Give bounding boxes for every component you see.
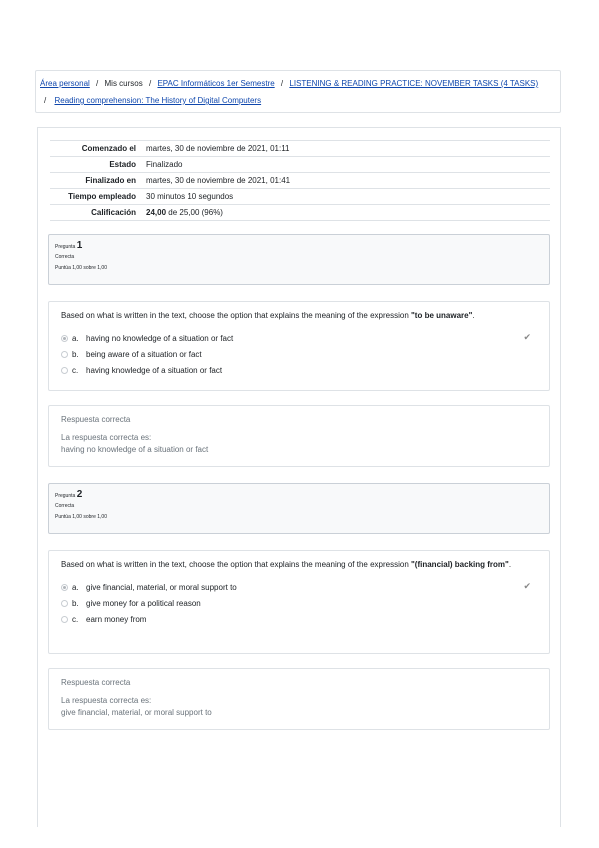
option-text: give financial, material, or moral suppo… bbox=[86, 582, 237, 592]
question-info-2: Pregunta 2 Correcta Puntúa 1,00 sobre 1,… bbox=[48, 483, 550, 534]
option-text: being aware of a situation or fact bbox=[86, 349, 202, 359]
feedback-label: La respuesta correcta es: bbox=[61, 696, 152, 705]
question-prefix: Pregunta bbox=[55, 493, 76, 499]
question-formulation-2: Based on what is written in the text, ch… bbox=[48, 550, 550, 654]
feedback-label: La respuesta correcta es: bbox=[61, 433, 152, 442]
check-icon: ✔ bbox=[523, 581, 531, 591]
feedback-title: Respuesta correcta bbox=[61, 678, 131, 687]
option-letter: c. bbox=[72, 365, 79, 375]
radio-button[interactable] bbox=[61, 599, 68, 607]
question-formulation-1: Based on what is written in the text, ch… bbox=[48, 301, 550, 391]
question-text-end: . bbox=[472, 311, 475, 320]
breadcrumb-course-link[interactable]: EPAC Informáticos 1er Semestre bbox=[157, 79, 274, 88]
summary-row-time: Tiempo empleado 30 minutos 10 segundos bbox=[50, 188, 550, 205]
summary-value: martes, 30 de noviembre de 2021, 01:11 bbox=[142, 140, 550, 157]
breadcrumb-section-link[interactable]: LISTENING & READING PRACTICE: NOVEMBER T… bbox=[289, 79, 538, 88]
breadcrumb-home-link[interactable]: Área personal bbox=[40, 79, 90, 88]
answer-option-c[interactable]: c. having knowledge of a situation or fa… bbox=[61, 362, 537, 378]
option-letter: a. bbox=[72, 582, 79, 592]
question-state: Correcta bbox=[55, 503, 75, 509]
summary-label: Estado bbox=[50, 156, 142, 173]
grade-out-of: de 25,00 (96%) bbox=[168, 208, 223, 217]
feedback-answer: having no knowledge of a situation or fa… bbox=[61, 445, 209, 454]
summary-value: Finalizado bbox=[142, 156, 550, 173]
option-text: earn money from bbox=[86, 614, 147, 624]
option-letter: b. bbox=[72, 349, 79, 359]
answer-option-a[interactable]: a. give financial, material, or moral su… bbox=[61, 579, 537, 595]
breadcrumb-separator: / bbox=[96, 79, 99, 88]
summary-value: 30 minutos 10 segundos bbox=[142, 188, 550, 205]
question-prefix: Pregunta bbox=[55, 244, 76, 250]
question-text: Based on what is written in the text, ch… bbox=[61, 310, 537, 322]
breadcrumb: Área personal / Mis cursos / EPAC Inform… bbox=[35, 70, 561, 113]
question-grade: Puntúa 1,00 sobre 1,00 bbox=[55, 514, 107, 520]
radio-button[interactable] bbox=[61, 350, 68, 358]
radio-button-selected[interactable] bbox=[61, 583, 68, 591]
breadcrumb-activity-link[interactable]: Reading comprehension: The History of Di… bbox=[54, 96, 261, 105]
summary-row-grade: Calificación 24,00 de 25,00 (96%) bbox=[50, 204, 550, 221]
question-feedback-2: Respuesta correcta La respuesta correcta… bbox=[48, 668, 550, 730]
summary-row-started: Comenzado el martes, 30 de noviembre de … bbox=[50, 140, 550, 157]
question-feedback-1: Respuesta correcta La respuesta correcta… bbox=[48, 405, 550, 467]
summary-row-state: Estado Finalizado bbox=[50, 156, 550, 173]
breadcrumb-mycourses: Mis cursos bbox=[104, 79, 143, 88]
question-text: Based on what is written in the text, ch… bbox=[61, 559, 537, 571]
breadcrumb-separator: / bbox=[148, 79, 152, 88]
option-letter: a. bbox=[72, 333, 79, 343]
radio-button[interactable] bbox=[61, 615, 68, 623]
option-text: having no knowledge of a situation or fa… bbox=[86, 333, 234, 343]
summary-label: Calificación bbox=[50, 204, 142, 221]
feedback-title: Respuesta correcta bbox=[61, 415, 131, 424]
summary-row-finished: Finalizado en martes, 30 de noviembre de… bbox=[50, 172, 550, 189]
radio-button[interactable] bbox=[61, 366, 68, 374]
option-text: having knowledge of a situation or fact bbox=[86, 365, 223, 375]
question-info-1: Pregunta 1 Correcta Puntúa 1,00 sobre 1,… bbox=[48, 234, 550, 285]
question-text-end: . bbox=[508, 560, 512, 569]
question-expression: "to be unaware" bbox=[411, 311, 473, 320]
question-text-body: Based on what is written in the text, ch… bbox=[61, 311, 411, 320]
answer-option-b[interactable]: b. give money for a political reason bbox=[61, 595, 537, 611]
breadcrumb-separator: / bbox=[44, 96, 47, 105]
radio-button-selected[interactable] bbox=[61, 334, 68, 342]
answer-option-a[interactable]: a. having no knowledge of a situation or… bbox=[61, 330, 537, 346]
option-text: give money for a political reason bbox=[86, 598, 201, 608]
question-grade: Puntúa 1,00 sobre 1,00 bbox=[55, 265, 107, 271]
answer-option-b[interactable]: b. being aware of a situation or fact bbox=[61, 346, 537, 362]
summary-value: martes, 30 de noviembre de 2021, 01:41 bbox=[142, 172, 550, 189]
option-letter: c. bbox=[72, 614, 79, 624]
question-number-value: 1 bbox=[76, 240, 83, 251]
attempt-summary-table: Comenzado el martes, 30 de noviembre de … bbox=[50, 140, 550, 221]
grade-score: 24,00 bbox=[146, 208, 167, 217]
question-number-value: 2 bbox=[76, 489, 83, 500]
quiz-review-region: Comenzado el martes, 30 de noviembre de … bbox=[37, 127, 561, 827]
answer-option-c[interactable]: c. earn money from bbox=[61, 611, 537, 627]
summary-label: Comenzado el bbox=[50, 140, 142, 157]
check-icon: ✔ bbox=[523, 332, 531, 342]
breadcrumb-separator: / bbox=[280, 79, 284, 88]
question-expression: "(financial) backing from" bbox=[411, 560, 509, 569]
feedback-answer: give financial, material, or moral suppo… bbox=[61, 708, 212, 717]
summary-value: 24,00 de 25,00 (96%) bbox=[142, 204, 550, 221]
summary-label: Finalizado en bbox=[50, 172, 142, 189]
question-number: Pregunta 2 bbox=[55, 490, 543, 501]
summary-label: Tiempo empleado bbox=[50, 188, 142, 205]
question-state: Correcta bbox=[55, 254, 75, 260]
question-text-body: Based on what is written in the text, ch… bbox=[61, 560, 411, 569]
question-number: Pregunta 1 bbox=[55, 241, 543, 252]
option-letter: b. bbox=[72, 598, 79, 608]
